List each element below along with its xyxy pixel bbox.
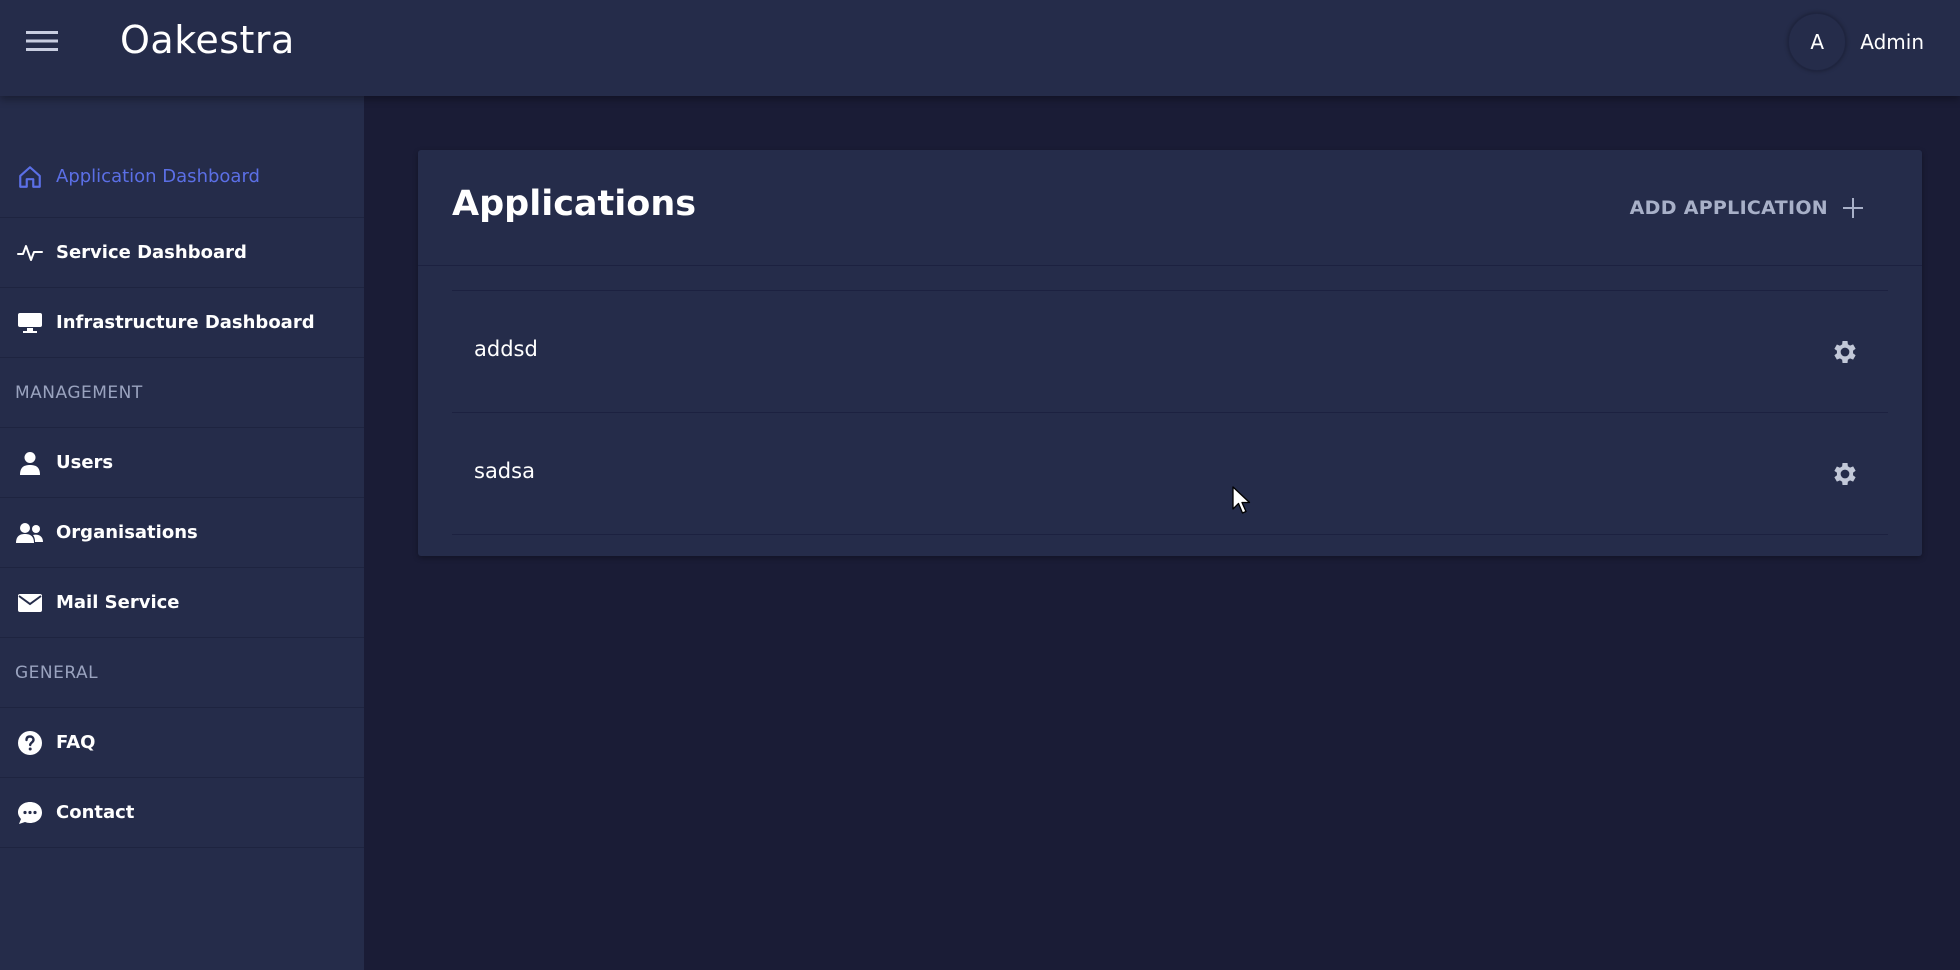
application-name: sadsa — [474, 459, 535, 483]
top-bar: Oakestra A Admin — [0, 0, 1960, 96]
sidebar: Application Dashboard Service Dashboard … — [0, 96, 364, 970]
app-title: Oakestra — [120, 18, 295, 62]
sidebar-item-label: Application Dashboard — [56, 166, 260, 187]
sidebar-item-label: Service Dashboard — [56, 242, 247, 263]
sidebar-item-users[interactable]: Users — [0, 428, 364, 498]
add-application-label: ADD APPLICATION — [1629, 197, 1828, 219]
page-title: Applications — [452, 184, 697, 224]
user-menu[interactable]: A Admin — [1788, 12, 1924, 72]
question-icon — [16, 729, 44, 757]
sidebar-item-faq[interactable]: FAQ — [0, 708, 364, 778]
add-application-button[interactable]: ADD APPLICATION — [1630, 190, 1864, 226]
list-item[interactable]: addsd — [452, 291, 1888, 413]
chat-icon — [16, 799, 44, 827]
avatar[interactable]: A — [1788, 13, 1847, 71]
list-item[interactable]: sadsa — [452, 413, 1888, 535]
sidebar-item-label: Users — [56, 452, 114, 473]
sidebar-item-label: Organisations — [56, 522, 198, 543]
mouse-cursor-icon — [1232, 486, 1251, 514]
sidebar-item-organisations[interactable]: Organisations — [0, 498, 364, 568]
applications-card: Applications ADD APPLICATION addsd sadsa — [418, 150, 1922, 556]
username: Admin — [1860, 30, 1924, 54]
sidebar-item-service-dashboard[interactable]: Service Dashboard — [0, 218, 364, 288]
envelope-icon — [16, 589, 44, 617]
monitor-icon — [16, 309, 44, 337]
sidebar-item-application-dashboard[interactable]: Application Dashboard — [0, 96, 364, 218]
plus-icon — [1843, 198, 1863, 218]
sidebar-item-mail-service[interactable]: Mail Service — [0, 568, 364, 638]
hamburger-icon — [26, 31, 58, 51]
card-header: Applications ADD APPLICATION — [418, 150, 1922, 266]
menu-toggle-button[interactable] — [22, 26, 62, 56]
section-label-general: GENERAL — [0, 638, 364, 708]
activity-icon — [16, 239, 44, 267]
gear-icon[interactable] — [1830, 459, 1860, 489]
sidebar-item-contact[interactable]: Contact — [0, 778, 364, 848]
sidebar-item-label: FAQ — [56, 732, 96, 753]
sidebar-item-label: Contact — [56, 802, 135, 823]
application-name: addsd — [474, 337, 538, 361]
sidebar-item-infrastructure-dashboard[interactable]: Infrastructure Dashboard — [0, 288, 364, 358]
sidebar-item-label: Mail Service — [56, 592, 180, 613]
home-icon — [16, 163, 44, 191]
user-icon — [16, 449, 44, 477]
section-label-management: MANAGEMENT — [0, 358, 364, 428]
sidebar-item-label: Infrastructure Dashboard — [56, 312, 315, 333]
gear-icon[interactable] — [1830, 337, 1860, 367]
group-icon — [16, 519, 44, 547]
